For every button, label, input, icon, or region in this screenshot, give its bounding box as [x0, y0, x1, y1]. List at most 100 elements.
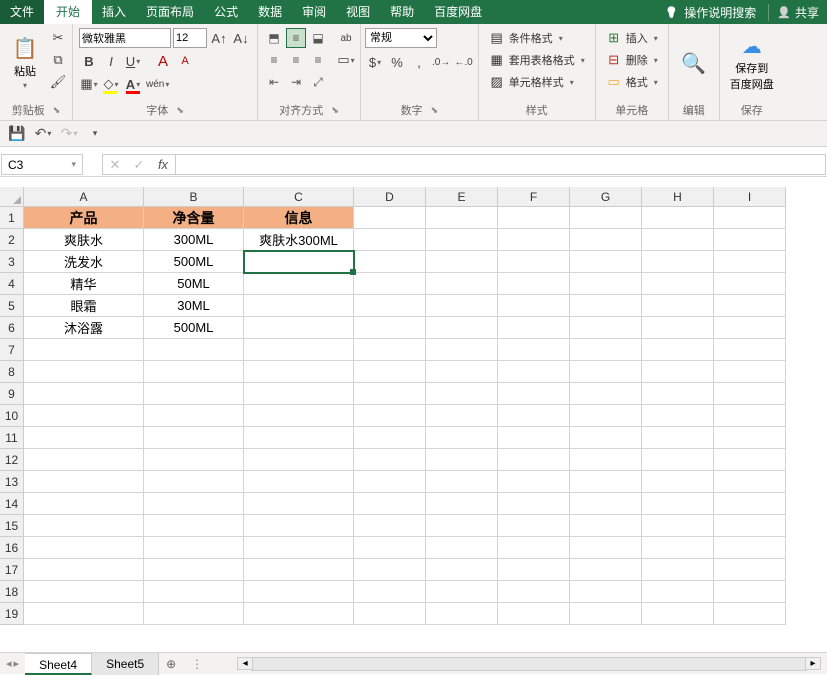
cell-A14[interactable]: [24, 493, 144, 515]
fill-color-button[interactable]: ◇: [101, 74, 121, 94]
font-color-button[interactable]: A: [123, 74, 143, 94]
align-right[interactable]: ≡: [308, 50, 328, 70]
cell-G19[interactable]: [570, 603, 642, 625]
cell-D7[interactable]: [354, 339, 426, 361]
cell-G17[interactable]: [570, 559, 642, 581]
cell-A18[interactable]: [24, 581, 144, 603]
cell-B10[interactable]: [144, 405, 244, 427]
row-header-12[interactable]: 12: [0, 449, 24, 471]
cell-G13[interactable]: [570, 471, 642, 493]
cell-I7[interactable]: [714, 339, 786, 361]
cell-G11[interactable]: [570, 427, 642, 449]
indent-decrease[interactable]: ⇤: [264, 72, 284, 92]
col-header-C[interactable]: C: [244, 187, 354, 207]
cell-A8[interactable]: [24, 361, 144, 383]
align-bottom[interactable]: ⬓: [308, 28, 328, 48]
cell-C17[interactable]: [244, 559, 354, 581]
cell-D19[interactable]: [354, 603, 426, 625]
cell-E1[interactable]: [426, 207, 498, 229]
cell-B19[interactable]: [144, 603, 244, 625]
cell-styles-button[interactable]: ▨单元格样式: [485, 72, 589, 92]
add-sheet-button[interactable]: ⊕: [159, 657, 183, 671]
number-format-select[interactable]: 常规: [365, 28, 437, 48]
cell-B7[interactable]: [144, 339, 244, 361]
undo-button[interactable]: ↶: [32, 123, 54, 145]
cell-B12[interactable]: [144, 449, 244, 471]
cell-E15[interactable]: [426, 515, 498, 537]
cell-H9[interactable]: [642, 383, 714, 405]
cell-F19[interactable]: [498, 603, 570, 625]
share-button[interactable]: 共享: [768, 4, 827, 21]
row-header-17[interactable]: 17: [0, 559, 24, 581]
cell-A10[interactable]: [24, 405, 144, 427]
cell-F11[interactable]: [498, 427, 570, 449]
cell-H14[interactable]: [642, 493, 714, 515]
cell-C18[interactable]: [244, 581, 354, 603]
cell-F5[interactable]: [498, 295, 570, 317]
cell-G14[interactable]: [570, 493, 642, 515]
cell-H2[interactable]: [642, 229, 714, 251]
decrease-font-button[interactable]: A↓: [231, 28, 251, 48]
cell-H12[interactable]: [642, 449, 714, 471]
align-expand[interactable]: ⬊: [331, 105, 339, 116]
wrap-text-button[interactable]: ab: [336, 28, 356, 48]
data-cell-r6-c0[interactable]: 沐浴露: [24, 317, 144, 339]
cell-E3[interactable]: [426, 251, 498, 273]
align-center[interactable]: ≡: [286, 50, 306, 70]
sheet-nav[interactable]: ◂▸: [0, 657, 25, 670]
align-top[interactable]: ⬒: [264, 28, 284, 48]
row-header-13[interactable]: 13: [0, 471, 24, 493]
cell-E12[interactable]: [426, 449, 498, 471]
col-header-E[interactable]: E: [426, 187, 498, 207]
data-cell-r6-c1[interactable]: 500ML: [144, 317, 244, 339]
cell-D12[interactable]: [354, 449, 426, 471]
row-header-11[interactable]: 11: [0, 427, 24, 449]
cell-E8[interactable]: [426, 361, 498, 383]
format-as-table-button[interactable]: ▦套用表格格式: [485, 50, 589, 70]
col-header-F[interactable]: F: [498, 187, 570, 207]
cell-I10[interactable]: [714, 405, 786, 427]
row-header-16[interactable]: 16: [0, 537, 24, 559]
data-cell-r5-c0[interactable]: 眼霜: [24, 295, 144, 317]
menu-tab-3[interactable]: 公式: [204, 0, 248, 24]
cell-B18[interactable]: [144, 581, 244, 603]
cell-E7[interactable]: [426, 339, 498, 361]
merge-button[interactable]: ▭: [336, 50, 356, 70]
cell-G10[interactable]: [570, 405, 642, 427]
cell-I4[interactable]: [714, 273, 786, 295]
cell-E6[interactable]: [426, 317, 498, 339]
header-cell-2[interactable]: 信息: [244, 207, 354, 229]
cell-H7[interactable]: [642, 339, 714, 361]
cell-F7[interactable]: [498, 339, 570, 361]
cell-H15[interactable]: [642, 515, 714, 537]
cell-A16[interactable]: [24, 537, 144, 559]
row-header-1[interactable]: 1: [0, 207, 24, 229]
cell-D6[interactable]: [354, 317, 426, 339]
conditional-format-button[interactable]: ▤条件格式: [485, 28, 589, 48]
decrease-decimal[interactable]: ←.0: [453, 52, 473, 72]
select-all-corner[interactable]: [0, 187, 24, 207]
cell-I15[interactable]: [714, 515, 786, 537]
cell-F14[interactable]: [498, 493, 570, 515]
cell-F17[interactable]: [498, 559, 570, 581]
cell-I2[interactable]: [714, 229, 786, 251]
cell-E2[interactable]: [426, 229, 498, 251]
cell-A7[interactable]: [24, 339, 144, 361]
col-header-B[interactable]: B: [144, 187, 244, 207]
formula-input[interactable]: [175, 154, 826, 175]
cell-I6[interactable]: [714, 317, 786, 339]
cell-C7[interactable]: [244, 339, 354, 361]
cell-G9[interactable]: [570, 383, 642, 405]
row-header-2[interactable]: 2: [0, 229, 24, 251]
cell-C16[interactable]: [244, 537, 354, 559]
cell-I12[interactable]: [714, 449, 786, 471]
cell-D11[interactable]: [354, 427, 426, 449]
data-cell-r2-c1[interactable]: 300ML: [144, 229, 244, 251]
cell-I19[interactable]: [714, 603, 786, 625]
row-header-14[interactable]: 14: [0, 493, 24, 515]
row-header-4[interactable]: 4: [0, 273, 24, 295]
selected-cell[interactable]: [244, 251, 354, 273]
cell-B14[interactable]: [144, 493, 244, 515]
cell-H4[interactable]: [642, 273, 714, 295]
format-painter-button[interactable]: 🖌: [48, 72, 68, 92]
